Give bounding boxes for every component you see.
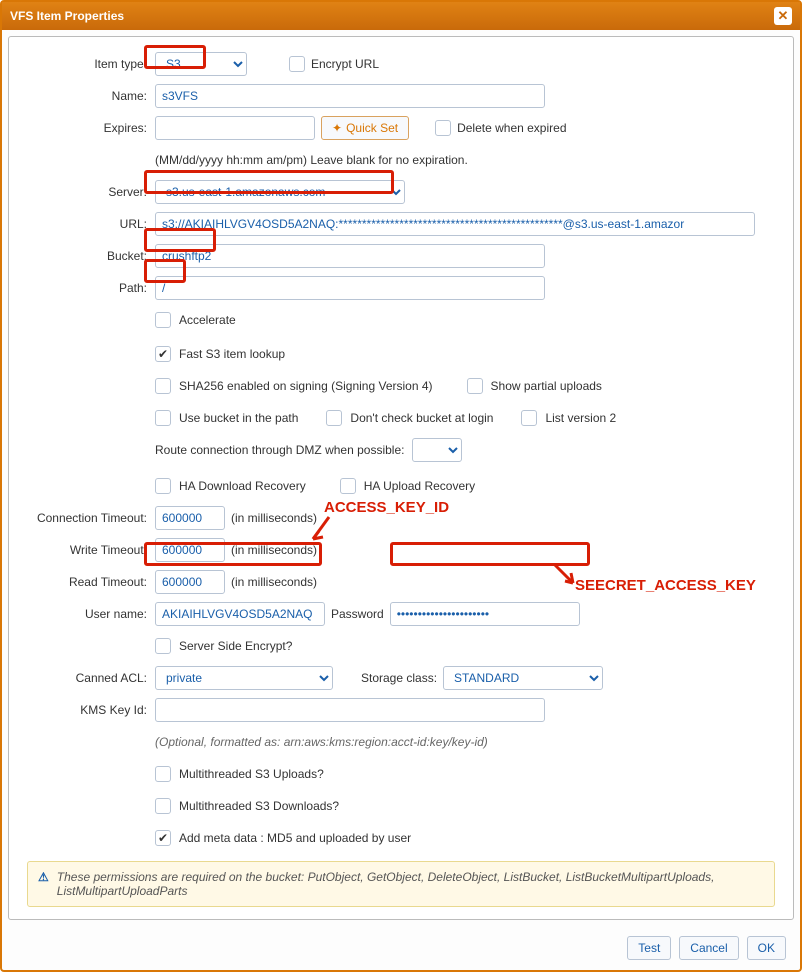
kms-hint: (Optional, formatted as: arn:aws:kms:reg…	[155, 735, 488, 749]
storage-class-label: Storage class:	[361, 671, 437, 685]
dont-check-bucket-label: Don't check bucket at login	[350, 411, 493, 425]
kms-input[interactable]	[155, 698, 545, 722]
delete-expired-checkbox[interactable]	[435, 120, 451, 136]
name-label: Name:	[27, 89, 155, 103]
wand-icon: ✦	[332, 121, 342, 135]
write-timeout-label: Write Timeout:	[27, 543, 155, 557]
conn-timeout-input[interactable]	[155, 506, 225, 530]
mt-downloads-label: Multithreaded S3 Downloads?	[179, 799, 339, 813]
cancel-button[interactable]: Cancel	[679, 936, 738, 960]
mt-downloads-checkbox[interactable]	[155, 798, 171, 814]
ha-upload-checkbox[interactable]	[340, 478, 356, 494]
ms-hint-2: (in milliseconds)	[231, 543, 317, 557]
expires-hint: (MM/dd/yyyy hh:mm am/pm) Leave blank for…	[155, 153, 468, 167]
read-timeout-input[interactable]	[155, 570, 225, 594]
ha-upload-label: HA Upload Recovery	[364, 479, 475, 493]
show-partial-checkbox[interactable]	[467, 378, 483, 394]
dmz-select[interactable]	[412, 438, 462, 462]
url-label: URL:	[27, 217, 155, 231]
ms-hint-3: (in milliseconds)	[231, 575, 317, 589]
server-side-encrypt-checkbox[interactable]	[155, 638, 171, 654]
mt-uploads-checkbox[interactable]	[155, 766, 171, 782]
permissions-alert: ⚠ These permissions are required on the …	[27, 861, 775, 907]
canned-acl-label: Canned ACL:	[27, 671, 155, 685]
storage-class-select[interactable]: STANDARD	[443, 666, 603, 690]
ms-hint-1: (in milliseconds)	[231, 511, 317, 525]
warning-icon: ⚠	[38, 870, 49, 898]
kms-label: KMS Key Id:	[27, 703, 155, 717]
vfs-properties-dialog: VFS Item Properties ✕ Item type: S3 Encr…	[0, 0, 802, 972]
add-meta-checkbox[interactable]	[155, 830, 171, 846]
path-input[interactable]	[155, 276, 545, 300]
dialog-title: VFS Item Properties	[10, 9, 124, 23]
list-v2-label: List version 2	[545, 411, 616, 425]
write-timeout-input[interactable]	[155, 538, 225, 562]
server-label: Server:	[27, 185, 155, 199]
dont-check-bucket-checkbox[interactable]	[326, 410, 342, 426]
sha256-checkbox[interactable]	[155, 378, 171, 394]
encrypt-url-checkbox[interactable]	[289, 56, 305, 72]
list-v2-checkbox[interactable]	[521, 410, 537, 426]
expires-input[interactable]	[155, 116, 315, 140]
item-type-label: Item type:	[27, 57, 155, 71]
bucket-in-path-label: Use bucket in the path	[179, 411, 298, 425]
dmz-label: Route connection through DMZ when possib…	[155, 443, 404, 457]
dialog-footer: Test Cancel OK	[2, 926, 800, 970]
username-label: User name:	[27, 607, 155, 621]
show-partial-label: Show partial uploads	[491, 379, 602, 393]
bucket-label: Bucket:	[27, 249, 155, 263]
item-type-select[interactable]: S3	[155, 52, 247, 76]
read-timeout-label: Read Timeout:	[27, 575, 155, 589]
delete-expired-label: Delete when expired	[457, 121, 566, 135]
accelerate-label: Accelerate	[179, 313, 236, 327]
canned-acl-select[interactable]: private	[155, 666, 333, 690]
password-input[interactable]	[390, 602, 580, 626]
name-input[interactable]	[155, 84, 545, 108]
server-side-encrypt-label: Server Side Encrypt?	[179, 639, 292, 653]
sha256-label: SHA256 enabled on signing (Signing Versi…	[179, 379, 433, 393]
path-label: Path:	[27, 281, 155, 295]
encrypt-url-label: Encrypt URL	[311, 57, 379, 71]
quick-set-button[interactable]: ✦ Quick Set	[321, 116, 409, 140]
add-meta-label: Add meta data : MD5 and uploaded by user	[179, 831, 411, 845]
fast-lookup-label: Fast S3 item lookup	[179, 347, 285, 361]
username-input[interactable]	[155, 602, 325, 626]
expires-label: Expires:	[27, 121, 155, 135]
server-select[interactable]: s3.us-east-1.amazonaws.com	[155, 180, 405, 204]
conn-timeout-label: Connection Timeout:	[27, 511, 155, 525]
url-input[interactable]	[155, 212, 755, 236]
test-button[interactable]: Test	[627, 936, 671, 960]
ha-download-checkbox[interactable]	[155, 478, 171, 494]
ha-download-label: HA Download Recovery	[179, 479, 306, 493]
ok-button[interactable]: OK	[747, 936, 786, 960]
titlebar: VFS Item Properties ✕	[2, 2, 800, 30]
mt-uploads-label: Multithreaded S3 Uploads?	[179, 767, 324, 781]
alert-text: These permissions are required on the bu…	[57, 870, 308, 884]
dialog-body: Item type: S3 Encrypt URL Name: Expires:	[8, 36, 794, 920]
bucket-in-path-checkbox[interactable]	[155, 410, 171, 426]
fast-lookup-checkbox[interactable]	[155, 346, 171, 362]
bucket-input[interactable]	[155, 244, 545, 268]
close-icon[interactable]: ✕	[774, 7, 792, 25]
accelerate-checkbox[interactable]	[155, 312, 171, 328]
password-label: Password	[331, 607, 384, 621]
